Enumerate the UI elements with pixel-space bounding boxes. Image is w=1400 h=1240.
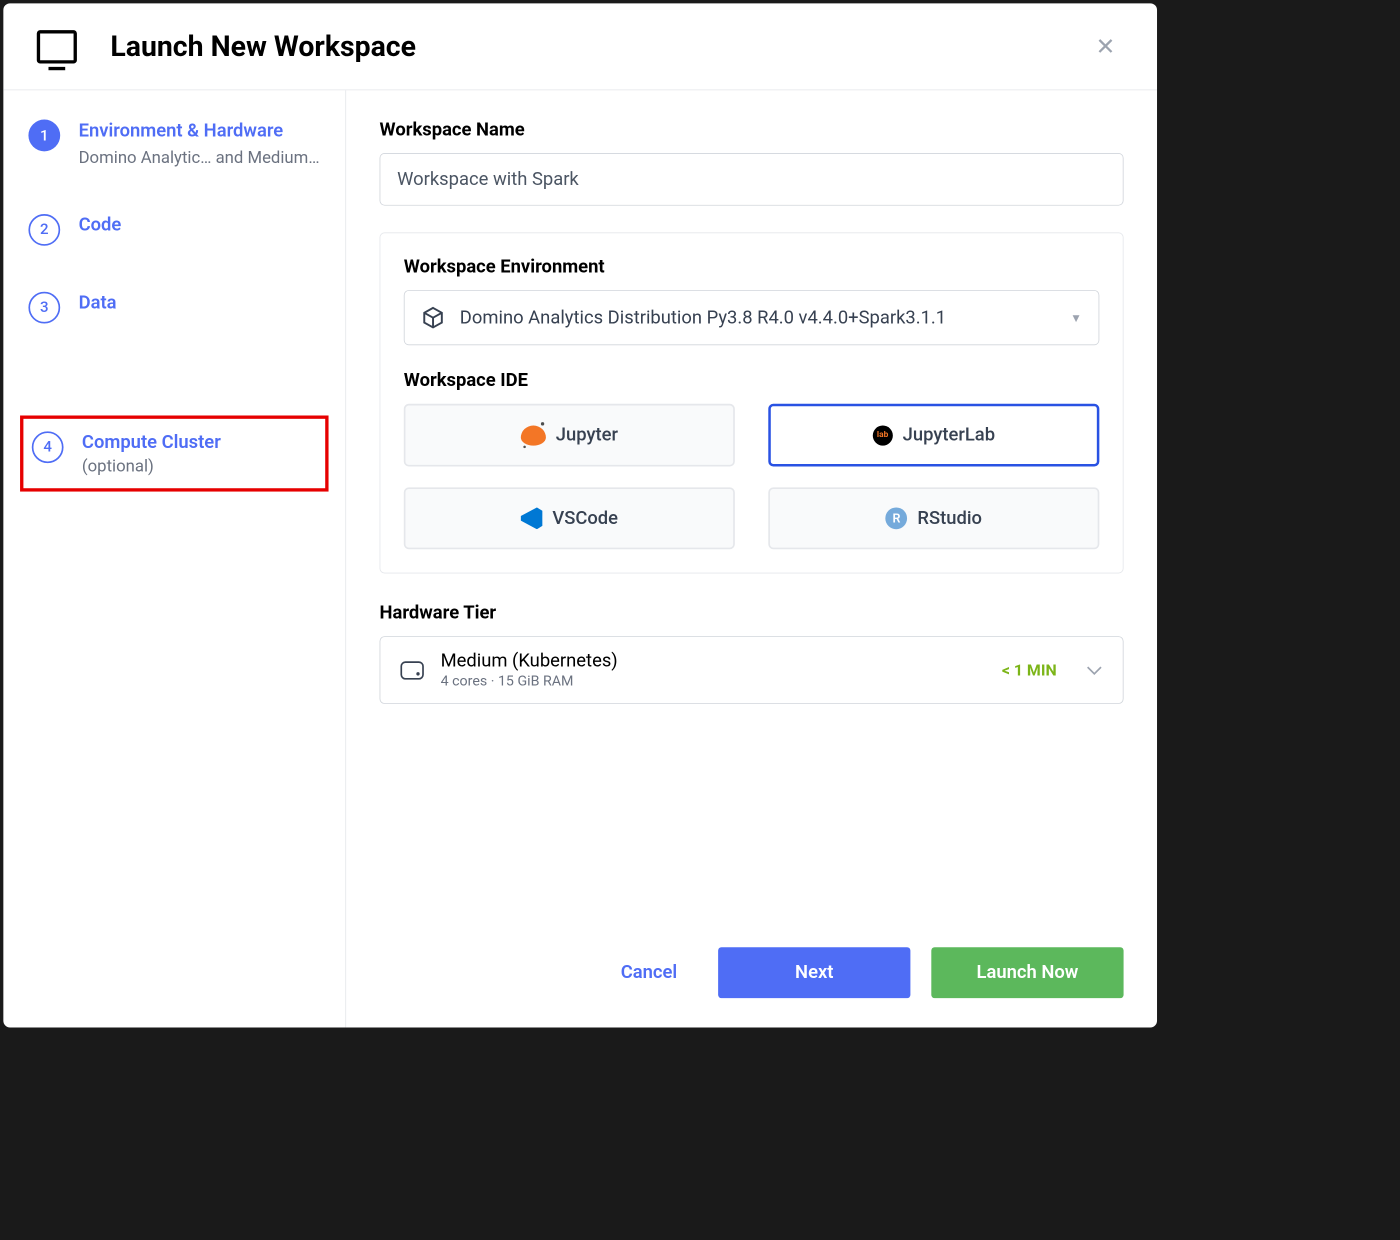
ide-label: RStudio bbox=[917, 508, 982, 529]
step-sidebar: 1 Environment & Hardware Domino Analytic… bbox=[3, 90, 346, 1027]
hardware-tier-label: Hardware Tier bbox=[380, 603, 1124, 624]
environment-ide-section: Workspace Environment Domino Analytics D… bbox=[380, 232, 1124, 573]
chevron-down-icon bbox=[1086, 665, 1103, 675]
hardware-tier-name: Medium (Kubernetes) bbox=[441, 650, 1002, 671]
ide-option-rstudio[interactable]: R RStudio bbox=[768, 487, 1099, 549]
close-icon[interactable]: ✕ bbox=[1087, 28, 1123, 64]
step-number: 3 bbox=[28, 291, 60, 323]
modal-footer: Cancel Next Launch Now bbox=[380, 922, 1124, 998]
storage-icon bbox=[400, 661, 423, 679]
rstudio-icon: R bbox=[886, 507, 908, 529]
cancel-button[interactable]: Cancel bbox=[601, 949, 698, 997]
step-title: Environment & Hardware bbox=[79, 120, 321, 143]
workspace-env-label: Workspace Environment bbox=[404, 257, 1100, 278]
step-compute-cluster[interactable]: 4 Compute Cluster (optional) bbox=[20, 415, 328, 491]
step-title: Data bbox=[79, 291, 321, 314]
next-button[interactable]: Next bbox=[718, 947, 910, 998]
workspace-ide-label: Workspace IDE bbox=[404, 370, 1100, 391]
workspace-name-label: Workspace Name bbox=[380, 120, 1124, 141]
launch-workspace-modal: Launch New Workspace ✕ 1 Environment & H… bbox=[3, 3, 1157, 1027]
ide-label: JupyterLab bbox=[903, 425, 995, 446]
hardware-tier-specs: 4 cores · 15 GiB RAM bbox=[441, 673, 1002, 690]
vscode-icon bbox=[521, 507, 543, 529]
hardware-tier-eta: < 1 MIN bbox=[1002, 660, 1057, 679]
modal-header: Launch New Workspace ✕ bbox=[3, 3, 1157, 90]
monitor-icon bbox=[37, 30, 77, 63]
ide-label: VSCode bbox=[552, 508, 618, 529]
ide-option-vscode[interactable]: VSCode bbox=[404, 487, 735, 549]
environment-select[interactable]: Domino Analytics Distribution Py3.8 R4.0… bbox=[404, 290, 1100, 345]
launch-now-button[interactable]: Launch Now bbox=[931, 947, 1123, 998]
workspace-name-input[interactable] bbox=[380, 153, 1124, 206]
ide-option-jupyterlab[interactable]: lab JupyterLab bbox=[768, 404, 1099, 467]
jupyterlab-icon: lab bbox=[873, 425, 893, 445]
step-number: 1 bbox=[28, 120, 60, 152]
ide-label: Jupyter bbox=[556, 425, 618, 446]
step-title: Code bbox=[79, 214, 321, 237]
step-number: 2 bbox=[28, 214, 60, 246]
ide-grid: Jupyter lab JupyterLab VSCode R RStudio bbox=[404, 404, 1100, 549]
modal-body: 1 Environment & Hardware Domino Analytic… bbox=[3, 90, 1157, 1027]
step-data[interactable]: 3 Data bbox=[28, 291, 320, 323]
jupyter-icon bbox=[521, 425, 546, 445]
step-title: Compute Cluster bbox=[82, 431, 309, 454]
modal-title: Launch New Workspace bbox=[110, 30, 416, 63]
cube-icon bbox=[421, 306, 444, 329]
main-panel: Workspace Name Workspace Environment Dom… bbox=[346, 90, 1157, 1027]
hardware-tier-select[interactable]: Medium (Kubernetes) 4 cores · 15 GiB RAM… bbox=[380, 636, 1124, 704]
step-environment-hardware[interactable]: 1 Environment & Hardware Domino Analytic… bbox=[28, 120, 320, 168]
step-number: 4 bbox=[32, 431, 64, 463]
step-subtitle: Domino Analytic… and Medium… bbox=[79, 146, 321, 168]
environment-value: Domino Analytics Distribution Py3.8 R4.0… bbox=[460, 307, 1070, 328]
step-code[interactable]: 2 Code bbox=[28, 214, 320, 246]
ide-option-jupyter[interactable]: Jupyter bbox=[404, 404, 735, 467]
chevron-down-icon: ▼ bbox=[1070, 311, 1082, 325]
step-optional-label: (optional) bbox=[82, 456, 309, 476]
